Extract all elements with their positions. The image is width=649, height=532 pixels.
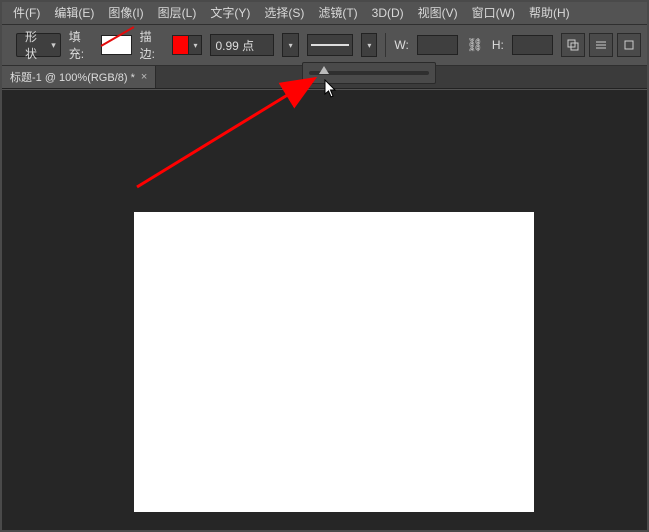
width-input[interactable] — [417, 35, 458, 55]
close-icon[interactable]: × — [141, 71, 147, 83]
canvas[interactable] — [134, 212, 534, 512]
menu-select[interactable]: 选择(S) — [257, 2, 311, 24]
solid-line-icon — [311, 44, 349, 46]
fill-label: 填充: — [69, 28, 93, 62]
menu-view[interactable]: 视图(V) — [411, 2, 465, 24]
slider-track[interactable] — [309, 71, 429, 75]
path-align-button[interactable] — [589, 33, 613, 57]
document-tab[interactable]: 标题-1 @ 100%(RGB/8) * × — [2, 66, 156, 88]
height-label: H: — [492, 38, 504, 52]
separator — [385, 33, 386, 57]
link-dimensions-icon[interactable]: ⛓ — [466, 35, 484, 55]
menu-image[interactable]: 图像(I) — [101, 2, 150, 24]
align-buttons-group — [561, 33, 641, 57]
menu-window[interactable]: 窗口(W) — [465, 2, 522, 24]
path-operations-button[interactable] — [561, 33, 585, 57]
shape-mode-dropdown[interactable]: 形状 ▾ — [16, 33, 61, 57]
menu-bar: 件(F) 编辑(E) 图像(I) 图层(L) 文字(Y) 选择(S) 滤镜(T)… — [2, 2, 647, 25]
width-label: W: — [394, 38, 408, 52]
stroke-style-dropdown-chevron[interactable]: ▾ — [361, 33, 377, 57]
menu-3d[interactable]: 3D(D) — [365, 2, 411, 24]
chevron-down-icon[interactable]: ▾ — [188, 36, 201, 54]
document-tab-title: 标题-1 @ 100%(RGB/8) * — [10, 69, 135, 85]
height-input[interactable] — [512, 35, 553, 55]
menu-file[interactable]: 件(F) — [6, 2, 47, 24]
workspace — [2, 90, 647, 530]
menu-filter[interactable]: 滤镜(T) — [311, 2, 364, 24]
stroke-color-red — [173, 36, 189, 54]
menu-layer[interactable]: 图层(L) — [151, 2, 204, 24]
stroke-width-dropdown[interactable]: ▾ — [282, 33, 298, 57]
menu-type[interactable]: 文字(Y) — [203, 2, 257, 24]
chevron-down-icon: ▾ — [51, 40, 56, 51]
stroke-width-slider[interactable] — [302, 62, 436, 84]
menu-edit[interactable]: 编辑(E) — [47, 2, 101, 24]
stroke-label: 描边: — [140, 28, 164, 62]
fill-swatch-none[interactable] — [101, 35, 132, 55]
stroke-swatch-red[interactable]: ▾ — [172, 35, 203, 55]
slider-thumb-icon[interactable] — [319, 66, 329, 74]
app-window: 件(F) 编辑(E) 图像(I) 图层(L) 文字(Y) 选择(S) 滤镜(T)… — [0, 0, 649, 532]
menu-help[interactable]: 帮助(H) — [522, 2, 577, 24]
shape-mode-label: 形状 — [25, 28, 45, 62]
path-arrange-button[interactable] — [617, 33, 641, 57]
stroke-width-input[interactable] — [210, 34, 274, 56]
options-bar: 形状 ▾ 填充: 描边: ▾ ▾ ▾ W: ⛓ H: — [2, 25, 647, 66]
stroke-style-dropdown[interactable] — [307, 34, 354, 56]
